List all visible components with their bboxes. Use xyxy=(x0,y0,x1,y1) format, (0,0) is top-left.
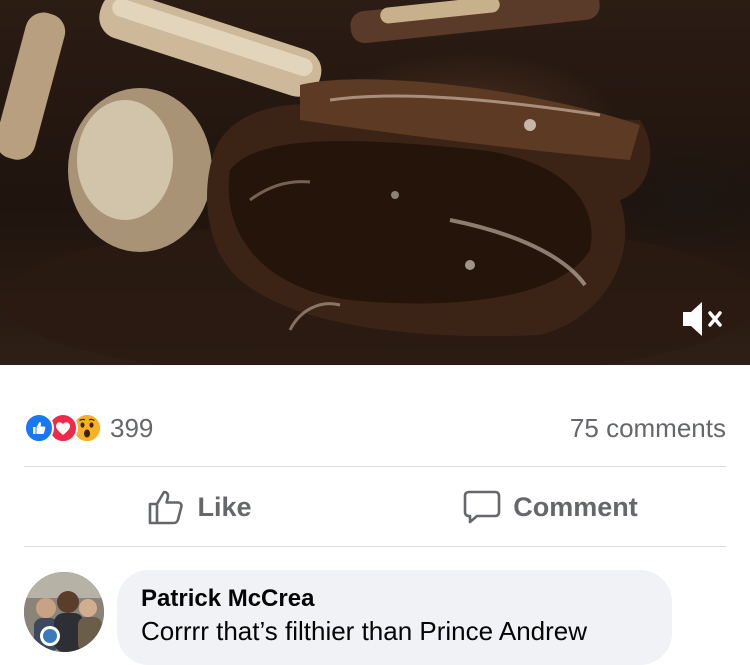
mute-speaker-icon xyxy=(683,302,722,336)
like-button[interactable]: Like xyxy=(24,488,375,526)
comment-button[interactable]: Comment xyxy=(375,489,726,525)
comment-author-name[interactable]: Patrick McCrea xyxy=(141,584,648,614)
video-frame-food xyxy=(0,0,750,365)
comment-text: Corrrr that’s filthier than Prince Andre… xyxy=(141,616,588,646)
comment-bubble-icon xyxy=(463,490,501,524)
reaction-count: 399 xyxy=(110,412,154,443)
mute-button[interactable] xyxy=(680,297,730,347)
action-bar: Like Comment xyxy=(24,468,726,546)
thumbs-up-icon xyxy=(149,490,184,525)
comments-count-link[interactable]: 75 comments xyxy=(570,413,726,444)
like-reaction-icon xyxy=(24,413,54,443)
reactions-summary[interactable]: 399 xyxy=(24,413,153,444)
reaction-summary-bar: 399 75 comments xyxy=(24,404,726,452)
video-player[interactable] xyxy=(0,0,750,365)
divider xyxy=(24,546,726,547)
divider xyxy=(24,466,726,467)
avatar[interactable] xyxy=(24,572,104,652)
comment-button-label: Comment xyxy=(513,491,638,522)
like-button-label: Like xyxy=(197,491,252,522)
